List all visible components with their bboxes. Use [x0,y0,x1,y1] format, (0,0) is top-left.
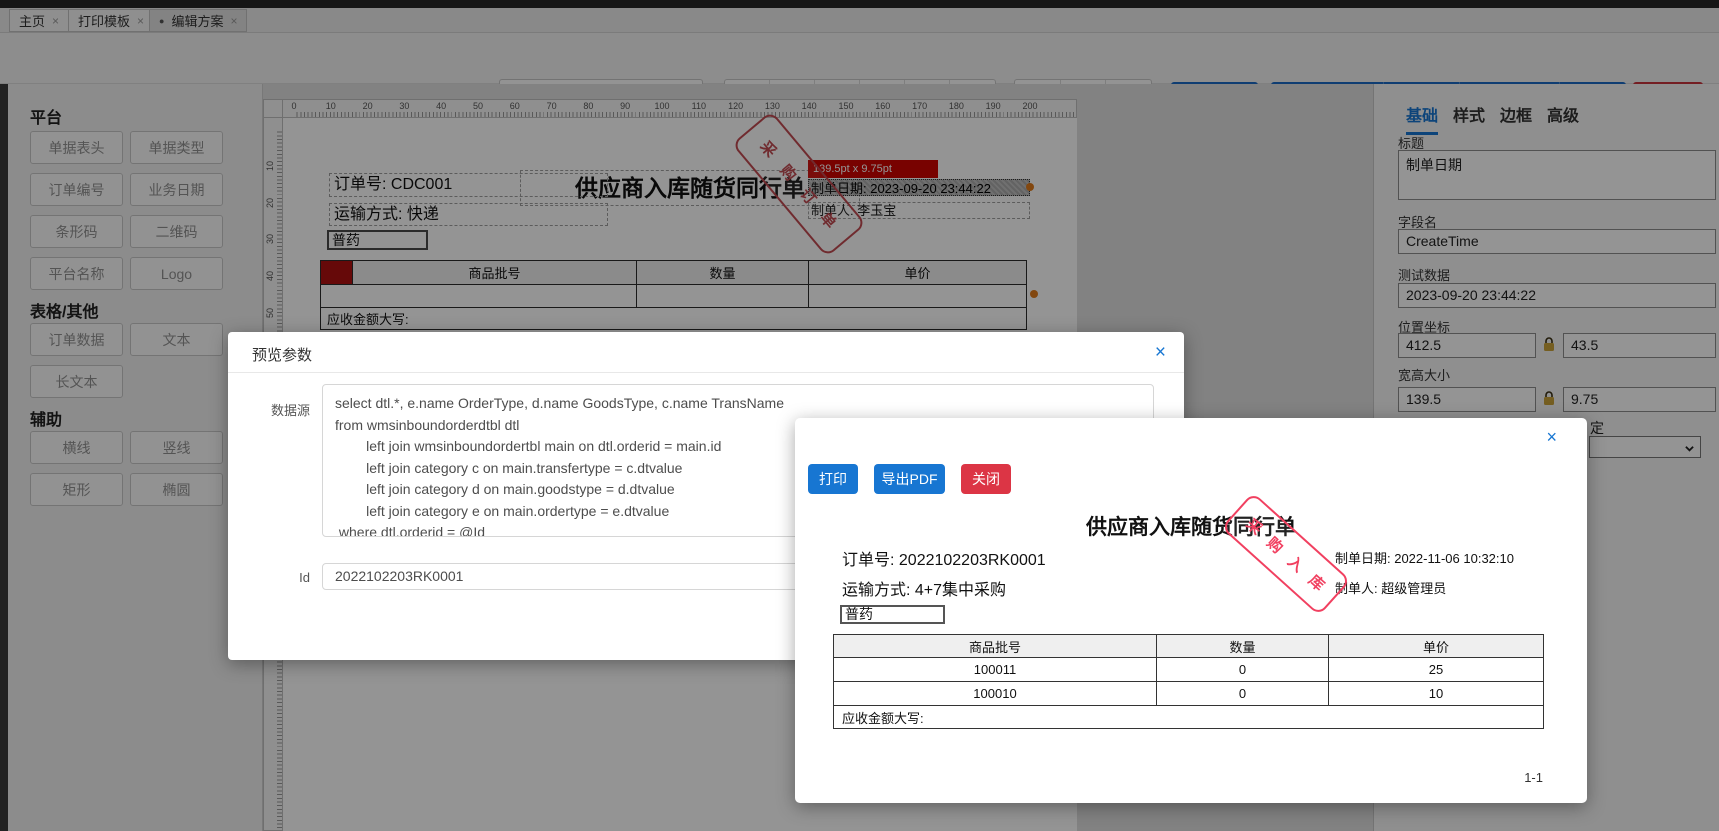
table-cell: 100011 [833,657,1157,682]
modal-title: 预览参数 [252,347,313,364]
table-cell: 0 [1156,657,1329,682]
column-header: 数量 [1156,634,1329,658]
column-header: 商品批号 [833,634,1157,658]
preview-transport: 运输方式: 4+7集中采购 [842,582,1007,599]
preview-creator: 制单人: 超级管理员 [1335,581,1447,596]
close-icon[interactable]: × [1155,343,1166,362]
preview-create-date: 制单日期: 2022-11-06 10:32:10 [1335,551,1514,566]
table-row: 100011 0 25 [833,657,1544,682]
page-indicator: 1-1 [1524,770,1543,785]
print-button[interactable]: 打印 [808,464,858,494]
table-cell: 10 [1328,681,1544,706]
datasource-label: 数据源 [270,403,310,418]
table-cell: 0 [1156,681,1329,706]
close-button[interactable]: 关闭 [961,464,1011,494]
close-icon[interactable]: × [1546,428,1557,447]
print-template-designer: 主页 × 打印模板 × ● 编辑方案 × 入库随货同行单（列表式）【带 A3 A… [0,0,1719,831]
preview-doc-title: 供应商入库随货同行单 [1086,516,1296,539]
print-preview-modal: × 打印 导出PDF 关闭 供应商入库随货同行单 订单号: 2022102203… [795,418,1587,803]
column-header: 单价 [1328,634,1544,658]
table-footer-row: 应收金额大写: [833,705,1544,729]
table-cell: 25 [1328,657,1544,682]
preview-order-no: 订单号: 2022102203RK0001 [842,552,1046,569]
preview-goods-type: 普药 [840,605,945,624]
table-row: 100010 0 10 [833,681,1544,706]
id-label: Id [299,570,310,585]
preview-data-table: 商品批号 数量 单价 100011 0 25 100010 0 10 应收金额大写: [833,634,1544,729]
table-footer-cell: 应收金额大写: [833,705,1544,729]
export-pdf-button[interactable]: 导出PDF [874,464,945,494]
modal-header: 预览参数 × [228,332,1184,373]
table-cell: 100010 [833,681,1157,706]
